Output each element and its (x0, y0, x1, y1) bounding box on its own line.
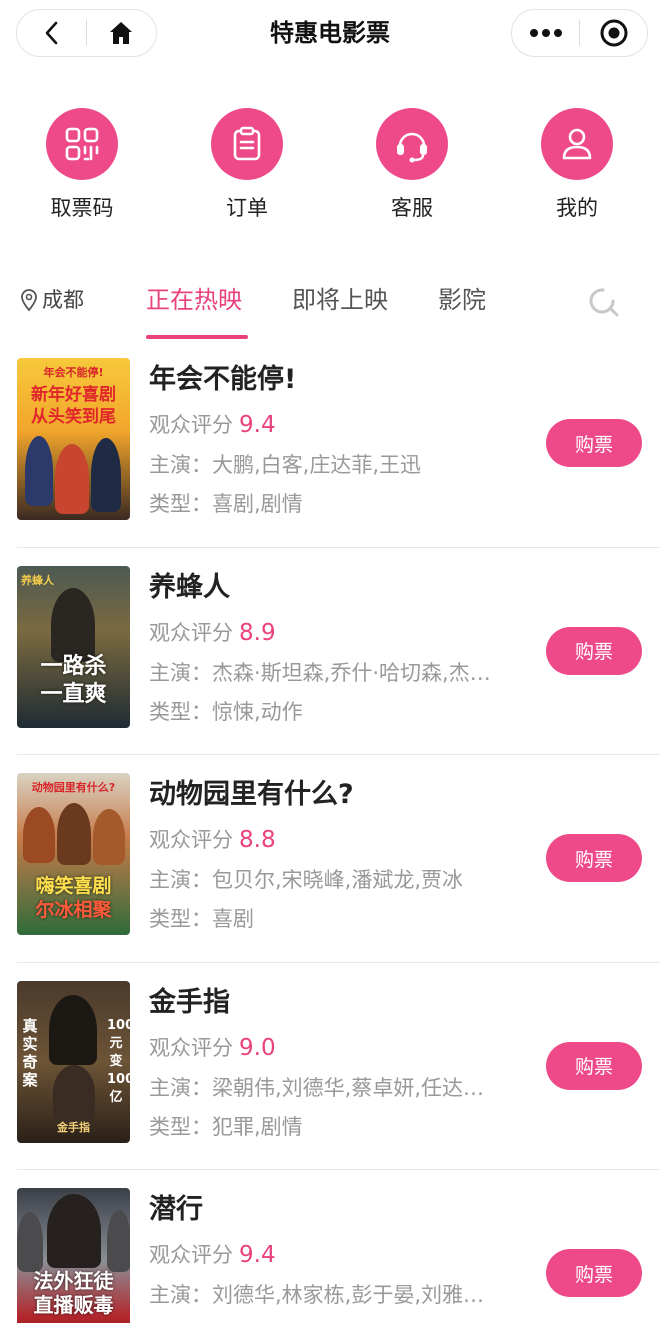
movie-rating: 观众评分 9.0 (149, 1033, 276, 1063)
order-clipboard-icon (233, 126, 261, 161)
movie-genre: 类型：喜剧 (149, 907, 254, 931)
movie-title: 养蜂人 (149, 571, 230, 603)
quick-icon-circle (541, 108, 613, 180)
movie-poster: 动物园里有什么? 嗨笑喜剧 尔冰相聚 (17, 773, 130, 935)
quick-menu: 取票码 订单 客服 我的 (0, 108, 660, 228)
poster-tagline: 从头笑到尾 (31, 407, 116, 427)
movie-actors: 主演：大鹏,白客,庄达菲,王迅 (149, 453, 422, 477)
buy-ticket-button[interactable]: 购票 (546, 626, 642, 675)
rating-score: 8.8 (239, 827, 276, 853)
tab-cinemas[interactable]: 影院 (438, 284, 486, 316)
quick-icon-circle (376, 108, 448, 180)
movie-poster: 年会不能停! 新年好喜剧 从头笑到尾 (17, 358, 130, 520)
movie-genre: 类型：犯罪,剧情 (149, 1114, 303, 1139)
nav-bar: 特惠电影票 (0, 0, 660, 70)
poster-tagline: 嗨笑喜剧 (35, 875, 112, 897)
movie-item[interactable]: 年会不能停! 新年好喜剧 从头笑到尾 年会不能停! 观众评分 9.4 主演：大鹏,… (0, 340, 660, 548)
movie-title: 金手指 (149, 986, 230, 1018)
nav-capsule-right (511, 9, 648, 57)
city-selector[interactable]: 成都 (20, 286, 84, 314)
movie-actors: 主演：杰森·斯坦森,乔什·哈切森,杰… (149, 660, 491, 685)
quick-item-ticket-code[interactable]: 取票码 (22, 108, 142, 222)
quick-label: 客服 (391, 196, 433, 220)
active-tab-indicator (146, 335, 248, 339)
movie-item[interactable]: 动物园里有什么? 嗨笑喜剧 尔冰相聚 动物园里有什么? 观众评分 8.8 主演：包… (0, 755, 660, 963)
more-dots-icon (529, 29, 562, 37)
rating-score: 9.4 (239, 412, 276, 438)
rating-label: 观众评分 (149, 413, 233, 437)
quick-label: 取票码 (50, 196, 114, 220)
buy-ticket-button[interactable]: 购票 (546, 419, 642, 467)
target-close-icon (600, 19, 627, 47)
movie-title: 动物园里有什么? (149, 779, 354, 810)
quick-label: 我的 (556, 196, 598, 220)
movie-actors: 主演：刘德华,林家栋,彭于晏,刘雅… (149, 1283, 485, 1307)
buy-ticket-button[interactable]: 购票 (546, 834, 642, 882)
ticket-code-icon (65, 127, 99, 161)
location-pin-icon (21, 289, 37, 312)
buy-ticket-button[interactable]: 购票 (546, 1041, 642, 1090)
movie-rating: 观众评分 9.4 (149, 410, 276, 440)
poster-tagline: 一直爽 (40, 681, 107, 707)
movie-poster: 法外狂徒 直播贩毒 (17, 1188, 130, 1323)
quick-icon-circle (211, 108, 283, 180)
poster-tagline: 真实奇案 (22, 1016, 38, 1089)
rating-label: 观众评分 (149, 1243, 233, 1267)
rating-label: 观众评分 (149, 828, 233, 852)
search-button[interactable] (586, 284, 620, 318)
rating-score: 9.0 (239, 1034, 276, 1061)
quick-item-customer-service[interactable]: 客服 (352, 108, 472, 222)
rating-label: 观众评分 (149, 1035, 233, 1060)
buy-ticket-button[interactable]: 购票 (546, 1249, 642, 1297)
movie-title: 年会不能停! (149, 364, 297, 395)
movie-rating: 观众评分 8.9 (149, 618, 276, 648)
user-icon (562, 128, 592, 160)
quick-item-orders[interactable]: 订单 (187, 108, 307, 222)
rating-score: 8.9 (239, 619, 276, 646)
poster-tagline: 直播贩毒 (33, 1293, 114, 1317)
movie-item[interactable]: 真实奇案 100元变100亿 金手指 金手指 观众评分 9.0 主演：梁朝伟,刘德… (0, 963, 660, 1170)
quick-label: 订单 (226, 196, 268, 220)
movie-item[interactable]: 法外狂徒 直播贩毒 潜行 观众评分 9.4 主演：刘德华,林家栋,彭于晏,刘雅… … (0, 1170, 660, 1323)
tab-coming-soon[interactable]: 即将上映 (292, 284, 388, 316)
movie-genre: 类型：喜剧,剧情 (149, 492, 303, 516)
poster-tagline: 一路杀 (40, 653, 107, 679)
rating-score: 9.4 (239, 1242, 276, 1268)
movie-rating: 观众评分 9.4 (149, 1240, 276, 1270)
movie-poster: 真实奇案 100元变100亿 金手指 (17, 980, 130, 1143)
poster-tagline: 尔冰相聚 (35, 899, 112, 921)
quick-icon-circle (46, 108, 118, 180)
more-button[interactable] (512, 10, 579, 56)
tab-now-showing[interactable]: 正在热映 (146, 284, 242, 316)
quick-item-mine[interactable]: 我的 (517, 108, 637, 222)
close-miniprogram-button[interactable] (580, 10, 647, 56)
search-icon (589, 288, 619, 317)
poster-tagline: 100元变100亿 (107, 1017, 130, 1105)
movie-rating: 观众评分 8.8 (149, 825, 276, 855)
movie-title: 潜行 (149, 1194, 203, 1225)
movie-poster: 养蜂人 一路杀 一直爽 (17, 565, 130, 728)
headset-icon (397, 132, 427, 163)
movie-actors: 主演：梁朝伟,刘德华,蔡卓妍,任达… (149, 1075, 485, 1100)
movie-item[interactable]: 养蜂人 一路杀 一直爽 养蜂人 观众评分 8.9 主演：杰森·斯坦森,乔什·哈切森… (0, 548, 660, 755)
rating-label: 观众评分 (149, 620, 233, 645)
poster-tagline: 法外狂徒 (33, 1269, 114, 1293)
city-label: 成都 (42, 288, 84, 312)
movie-genre: 类型：惊悚,动作 (149, 699, 303, 724)
movie-list: 年会不能停! 新年好喜剧 从头笑到尾 年会不能停! 观众评分 9.4 主演：大鹏,… (0, 340, 660, 1323)
tab-bar: 成都 正在热映 即将上映 影院 (0, 280, 660, 340)
movie-actors: 主演：包贝尔,宋晓峰,潘斌龙,贾冰 (149, 868, 464, 892)
